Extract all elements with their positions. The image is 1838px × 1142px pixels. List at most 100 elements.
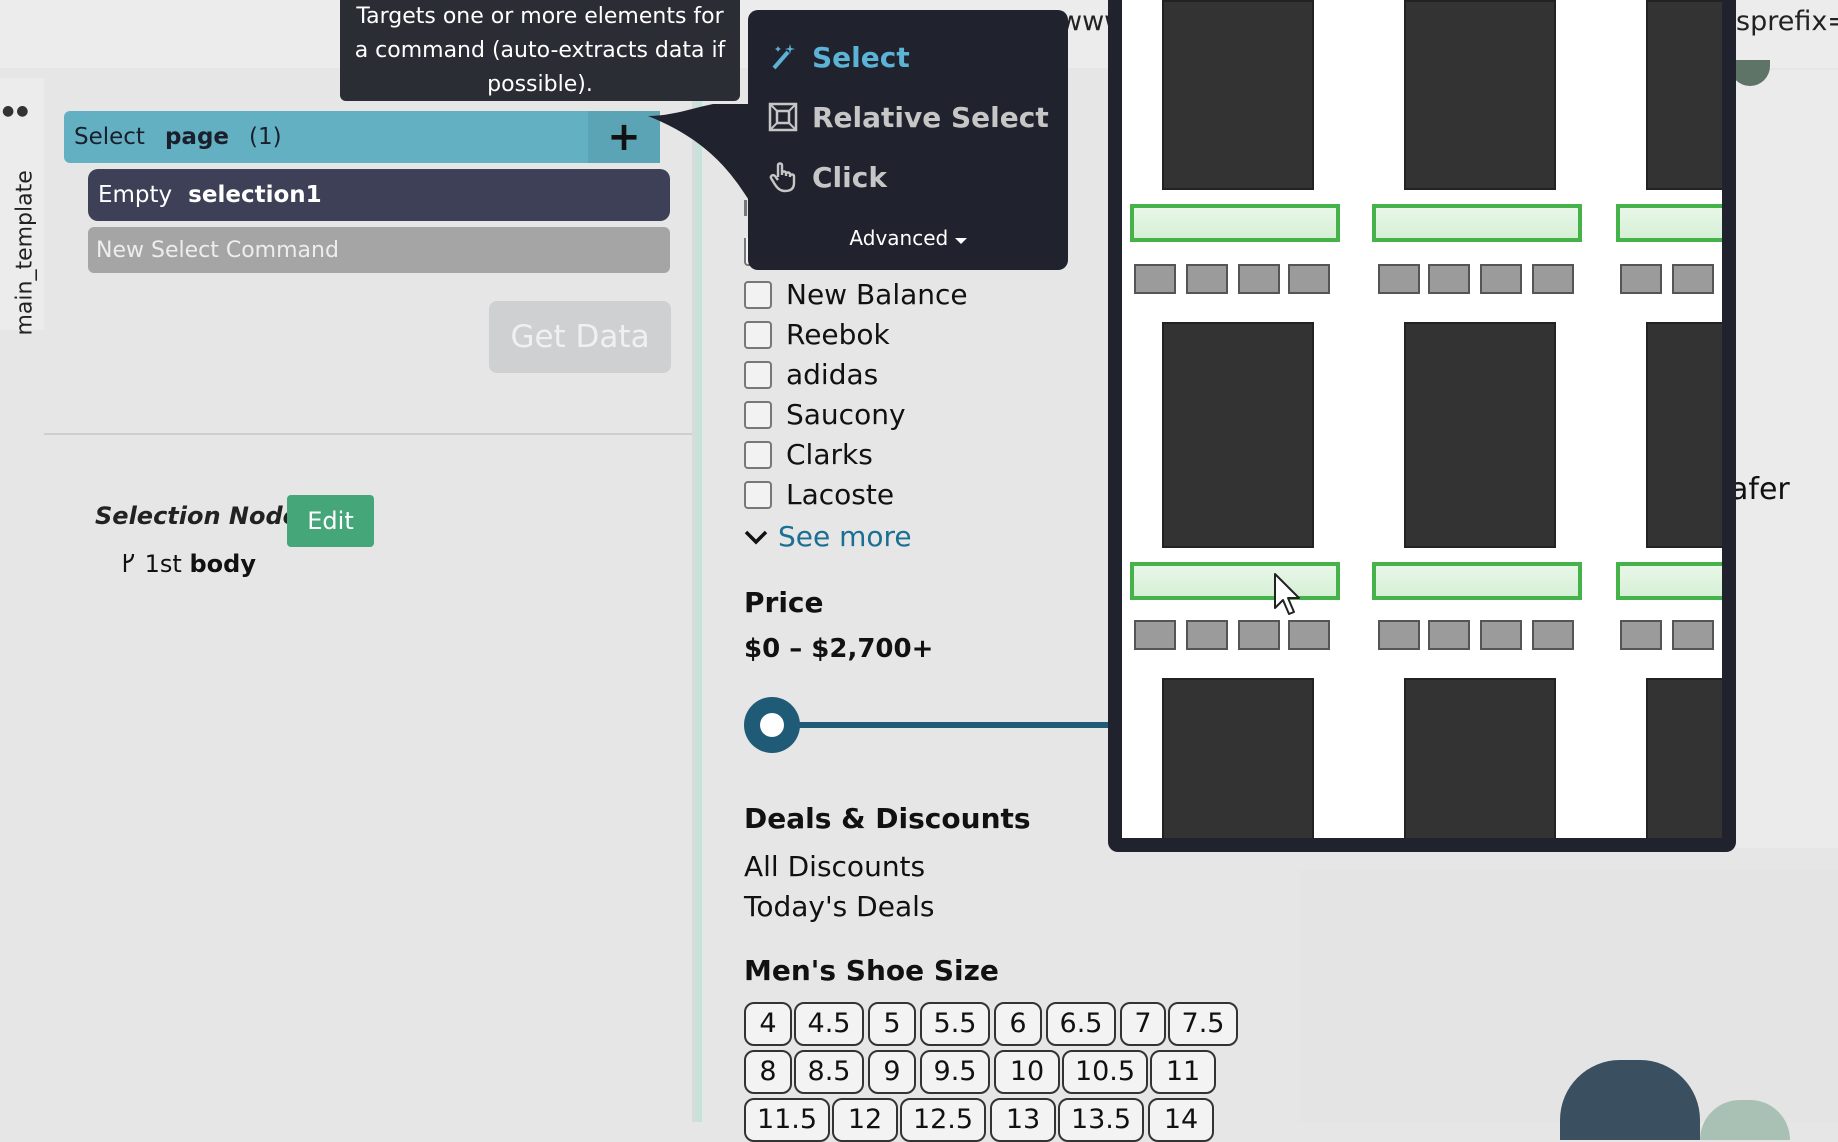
empty-selection-row[interactable]: Empty selection1 (88, 169, 670, 221)
brand-label: Clarks (786, 438, 873, 471)
brand-label: Reebok (786, 318, 890, 351)
preview-swatch (1532, 264, 1574, 294)
template-tab-label: main_template (12, 170, 38, 336)
size-heading: Men's Shoe Size (744, 954, 999, 987)
menu-item-label: Click (812, 160, 887, 194)
preview-swatch (1238, 264, 1280, 294)
size-option[interactable]: 6 (994, 1002, 1042, 1046)
preview-swatch (1480, 264, 1522, 294)
size-option[interactable]: 5.5 (920, 1002, 990, 1046)
price-slider-handle[interactable] (744, 697, 800, 753)
select-tooltip: Targets one or more elements for a comma… (340, 0, 740, 101)
menu-item-select[interactable]: Select (766, 32, 1056, 82)
menu-item-relative-select[interactable]: Relative Select (766, 92, 1056, 142)
url-fragment[interactable]: sprefix=s (1736, 6, 1838, 37)
size-option[interactable]: 8.5 (794, 1050, 864, 1094)
brand-filter-new-balance[interactable]: New Balance (744, 278, 968, 311)
get-data-button[interactable]: Get Data (489, 301, 671, 373)
preview-swatch (1378, 264, 1420, 294)
size-option[interactable]: 6.5 (1046, 1002, 1116, 1046)
preview-product-image (1404, 678, 1556, 838)
brand-filter-adidas[interactable]: adidas (744, 358, 878, 391)
command-count: (1) (249, 124, 282, 150)
brand-filter-lacoste[interactable]: Lacoste (744, 478, 894, 511)
size-option[interactable]: 12.5 (900, 1098, 986, 1142)
preview-highlighted-title[interactable] (1130, 204, 1340, 242)
size-option[interactable]: 9 (868, 1050, 916, 1094)
preview-highlighted-title[interactable] (1616, 562, 1722, 600)
preview-highlighted-title[interactable] (1372, 562, 1582, 600)
size-option[interactable]: 4 (744, 1002, 792, 1046)
deal-link-all-discounts[interactable]: All Discounts (744, 850, 925, 883)
brand-checkbox[interactable] (744, 320, 772, 349)
preview-product-image (1646, 678, 1722, 838)
drag-handle-icon[interactable]: ●● (2, 104, 30, 118)
preview-swatch (1428, 620, 1470, 650)
brand-filter-saucony[interactable]: Saucony (744, 398, 906, 431)
product-title-fragment[interactable]: afer (1730, 472, 1790, 507)
brand-checkbox[interactable] (744, 440, 772, 469)
new-select-command-button[interactable]: New Select Command (88, 227, 670, 273)
brand-checkbox[interactable] (744, 280, 772, 309)
brand-filter-reebok[interactable]: Reebok (744, 318, 890, 351)
edit-button[interactable]: Edit (287, 495, 374, 547)
tooltip-text: Targets one or more elements for a comma… (354, 4, 726, 97)
size-option[interactable]: 7.5 (1168, 1002, 1238, 1046)
preview-highlighted-title[interactable] (1616, 204, 1722, 242)
advanced-label: Advanced (849, 226, 949, 250)
pointer-hand-icon (766, 160, 800, 194)
size-option[interactable]: 8 (744, 1050, 792, 1094)
command-target: page (164, 124, 230, 150)
product-card[interactable] (1300, 870, 1838, 1122)
preview-canvas (1122, 0, 1722, 838)
brand-checkbox[interactable] (744, 480, 772, 509)
preview-swatch (1620, 264, 1662, 294)
preview-swatch (1134, 264, 1176, 294)
selection-node-path[interactable]: 1st body (121, 550, 256, 578)
preview-swatch (1620, 620, 1662, 650)
size-option[interactable]: 9.5 (920, 1050, 990, 1094)
size-option[interactable]: 10.5 (1062, 1050, 1148, 1094)
preview-highlighted-title[interactable] (1130, 562, 1340, 600)
deal-link-todays-deals[interactable]: Today's Deals (744, 890, 934, 923)
preview-product-image (1646, 322, 1722, 548)
selection-node-label: Selection Node: (95, 502, 309, 530)
preview-swatch (1134, 620, 1176, 650)
size-option[interactable]: 5 (868, 1002, 916, 1046)
template-tab[interactable]: ●● main_template (0, 78, 44, 336)
brand-filter-clarks[interactable]: Clarks (744, 438, 873, 471)
brand-label: Saucony (786, 398, 906, 431)
preview-highlighted-title[interactable] (1372, 204, 1582, 242)
node-index: 1st (144, 550, 182, 578)
size-option[interactable]: 13 (990, 1098, 1056, 1142)
preview-product-image (1162, 0, 1314, 190)
size-option[interactable]: 10 (994, 1050, 1060, 1094)
relative-select-icon (766, 100, 800, 134)
menu-item-click[interactable]: Click (766, 152, 1056, 202)
preview-swatch (1480, 620, 1522, 650)
advanced-dropdown[interactable]: Advanced (748, 226, 1068, 250)
brand-label: New Balance (786, 278, 968, 311)
brand-checkbox[interactable] (744, 360, 772, 389)
preview-swatch (1672, 620, 1714, 650)
menu-item-label: Select (812, 40, 910, 74)
size-option[interactable]: 13.5 (1058, 1098, 1144, 1142)
size-option[interactable]: 12 (832, 1098, 898, 1142)
select-command-row[interactable]: Select page (1) (64, 111, 660, 163)
size-option[interactable]: 11.5 (744, 1098, 830, 1142)
price-range: $0 – $2,700+ (744, 634, 934, 664)
node-tag: body (189, 550, 256, 578)
panel-edge (692, 70, 702, 1122)
size-option[interactable]: 4.5 (794, 1002, 864, 1046)
size-option[interactable]: 14 (1148, 1098, 1214, 1142)
caret-down-icon (954, 226, 967, 250)
preview-swatch (1186, 620, 1228, 650)
see-more-label: See more (778, 520, 912, 553)
price-slider-track[interactable] (772, 722, 1112, 728)
size-option[interactable]: 11 (1150, 1050, 1216, 1094)
command-verb: Empty (98, 182, 173, 208)
command-verb: Select (74, 124, 145, 150)
brand-checkbox[interactable] (744, 400, 772, 429)
see-more-link[interactable]: See more (744, 520, 912, 553)
size-option[interactable]: 7 (1120, 1002, 1166, 1046)
